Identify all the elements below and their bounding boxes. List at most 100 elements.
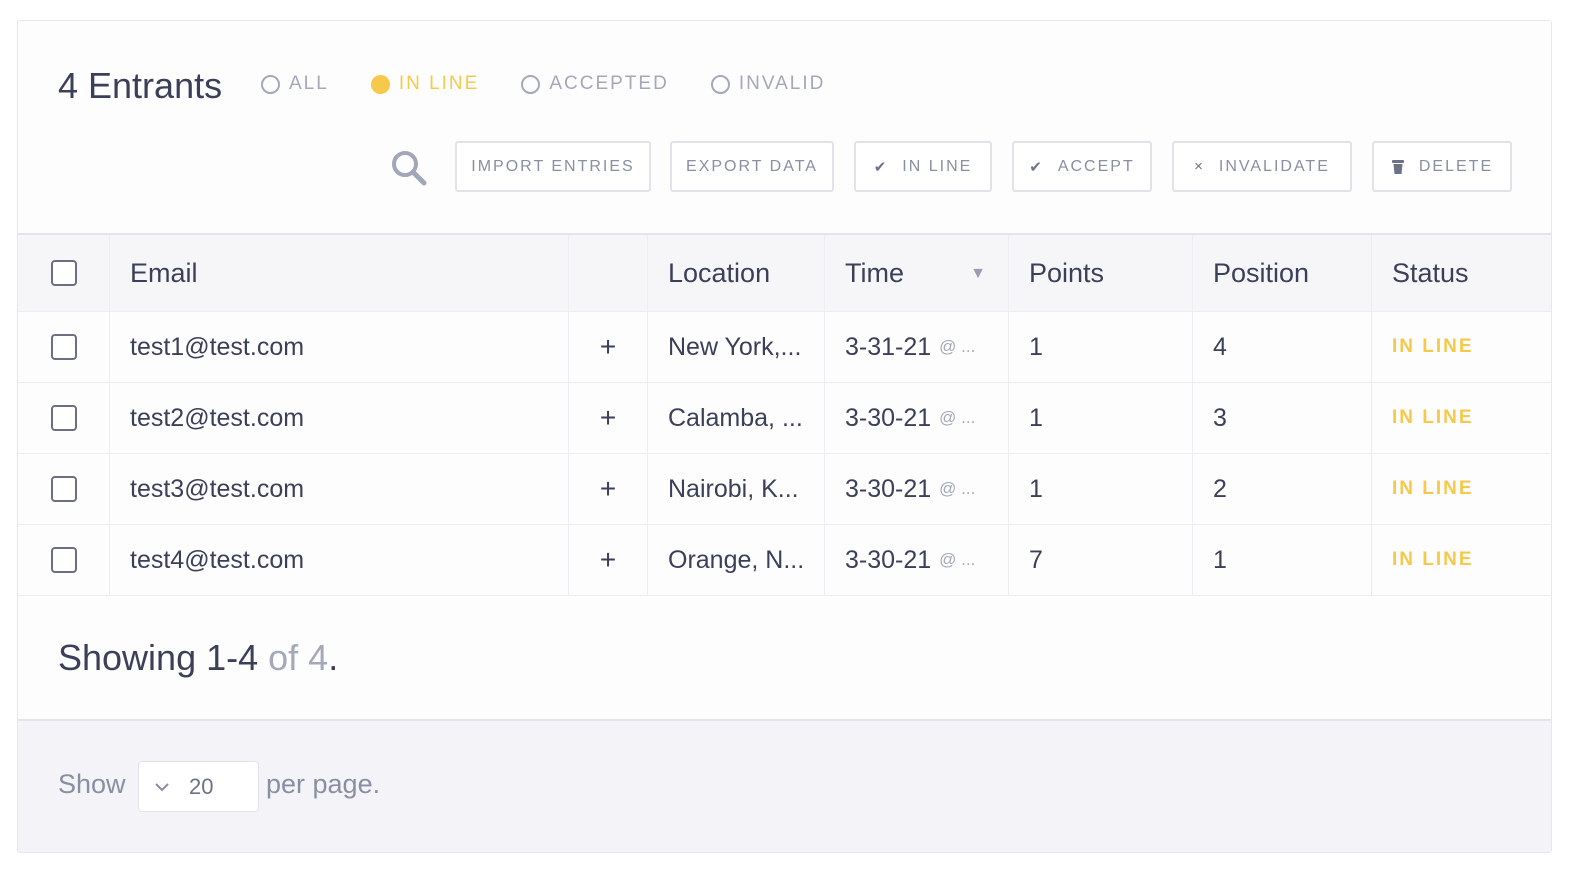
toolbar: IMPORT ENTRIES EXPORT DATA ✔ IN LINE ✔ A… [18, 141, 1551, 193]
position-cell: 1 [1193, 525, 1372, 595]
time-suffix: @ ... [939, 479, 976, 498]
filter-accepted-label: ACCEPTED [549, 73, 669, 94]
points-cell: 1 [1009, 312, 1193, 382]
in-line-button-label: IN LINE [902, 157, 973, 175]
search-icon[interactable] [390, 149, 428, 187]
trash-icon [1391, 159, 1404, 174]
invalidate-button-label: INVALIDATE [1218, 157, 1330, 175]
status-badge: IN LINE [1392, 478, 1474, 499]
expand-plus-icon[interactable]: + [569, 312, 648, 382]
row-select-cell [18, 312, 110, 382]
table-row[interactable]: test2@test.com + Calamba, ... 3-30-21 @ … [18, 383, 1551, 454]
location-cell: New York,... [648, 312, 825, 382]
table-row[interactable]: test3@test.com + Nairobi, K... 3-30-21 @… [18, 454, 1551, 525]
row-select-cell [18, 525, 110, 595]
status-badge: IN LINE [1392, 407, 1474, 428]
time-value: 3-30-21 [845, 403, 932, 432]
row-checkbox[interactable] [50, 334, 77, 360]
per-page-label: per page. [266, 769, 381, 799]
column-location[interactable]: Location [648, 235, 825, 311]
filter-invalid[interactable]: INVALID [710, 73, 826, 95]
radio-icon [521, 74, 541, 94]
row-select-cell [18, 383, 110, 453]
time-value: 3-31-21 [845, 332, 932, 361]
status-badge: IN LINE [1392, 549, 1474, 570]
email-cell: test2@test.com [110, 383, 569, 453]
column-position[interactable]: Position [1193, 235, 1372, 311]
table-row[interactable]: test1@test.com + New York,... 3-31-21 @ … [18, 312, 1551, 383]
points-cell: 1 [1009, 454, 1193, 524]
time-cell: 3-31-21 @ ... [825, 312, 1009, 382]
row-checkbox[interactable] [50, 547, 77, 573]
chevron-down-icon [155, 782, 169, 791]
accept-button-label: ACCEPT [1057, 157, 1135, 175]
location-cell: Orange, N... [648, 525, 825, 595]
filter-in-line[interactable]: IN LINE [370, 73, 480, 95]
status-badge: IN LINE [1392, 336, 1474, 357]
sort-desc-icon[interactable]: ▼ [970, 265, 986, 283]
delete-button-label: DELETE [1418, 157, 1494, 175]
column-blank [569, 235, 648, 311]
radio-icon [261, 74, 280, 94]
export-data-label: EXPORT DATA [686, 157, 818, 175]
table-row[interactable]: test4@test.com + Orange, N... 3-30-21 @ … [18, 525, 1551, 596]
select-all-checkbox[interactable] [50, 260, 77, 286]
column-email[interactable]: Email [110, 235, 569, 311]
time-suffix: @ ... [939, 550, 976, 569]
email-cell: test1@test.com [110, 312, 569, 382]
expand-plus-icon[interactable]: + [569, 525, 648, 595]
points-cell: 7 [1009, 525, 1193, 595]
radio-icon [710, 74, 730, 94]
expand-plus-icon[interactable]: + [569, 383, 648, 453]
status-filters: ALL IN LINE ACCEPTED INVALID [261, 73, 867, 95]
row-select-cell [18, 454, 110, 524]
table-header-row: Email Location Time ▼ Points Position St… [18, 233, 1551, 312]
per-page-value: 20 [189, 773, 214, 799]
filter-accepted[interactable]: ACCEPTED [521, 73, 668, 95]
time-suffix: @ ... [939, 337, 976, 356]
pagination-summary: Showing 1-4 of 4. [58, 637, 338, 679]
header: 4 Entrants ALL IN LINE ACCEPTED INVALID [18, 21, 1551, 233]
check-icon: ✔ [873, 158, 889, 176]
in-line-button[interactable]: ✔ IN LINE [854, 141, 992, 192]
row-checkbox[interactable] [50, 476, 77, 502]
invalidate-button[interactable]: × INVALIDATE [1172, 141, 1352, 192]
column-time[interactable]: Time ▼ [825, 235, 1009, 311]
filter-all-label: ALL [289, 73, 329, 94]
time-cell: 3-30-21 @ ... [825, 525, 1009, 595]
column-status[interactable]: Status [1372, 235, 1551, 311]
radio-icon [370, 74, 390, 94]
status-cell: IN LINE [1372, 383, 1551, 453]
showing-range: Showing 1-4 [58, 637, 259, 678]
import-entries-label: IMPORT ENTRIES [471, 157, 635, 175]
entrants-card: 4 Entrants ALL IN LINE ACCEPTED INVALID [17, 20, 1552, 853]
select-all-cell [18, 235, 110, 311]
time-suffix: @ ... [939, 408, 976, 427]
location-cell: Nairobi, K... [648, 454, 825, 524]
column-time-label: Time [845, 257, 904, 288]
row-checkbox[interactable] [50, 405, 77, 431]
status-cell: IN LINE [1372, 454, 1551, 524]
position-cell: 2 [1193, 454, 1372, 524]
column-points[interactable]: Points [1009, 235, 1193, 311]
export-data-button[interactable]: EXPORT DATA [670, 141, 834, 192]
page-title: 4 Entrants [58, 65, 223, 106]
expand-plus-icon[interactable]: + [569, 454, 648, 524]
check-icon: ✔ [1029, 158, 1044, 176]
delete-button[interactable]: DELETE [1372, 141, 1512, 192]
time-cell: 3-30-21 @ ... [825, 383, 1009, 453]
position-cell: 3 [1193, 383, 1372, 453]
points-cell: 1 [1009, 383, 1193, 453]
filter-all[interactable]: ALL [261, 73, 329, 95]
time-cell: 3-30-21 @ ... [825, 454, 1009, 524]
accept-button[interactable]: ✔ ACCEPT [1012, 141, 1152, 192]
position-cell: 4 [1193, 312, 1372, 382]
import-entries-button[interactable]: IMPORT ENTRIES [455, 141, 651, 192]
status-cell: IN LINE [1372, 525, 1551, 595]
location-cell: Calamba, ... [648, 383, 825, 453]
footer: Show 20 per page. [18, 719, 1551, 852]
entrants-table: Email Location Time ▼ Points Position St… [18, 233, 1551, 596]
time-value: 3-30-21 [845, 545, 932, 574]
per-page-select[interactable]: 20 [138, 761, 259, 812]
x-icon: × [1194, 158, 1205, 175]
